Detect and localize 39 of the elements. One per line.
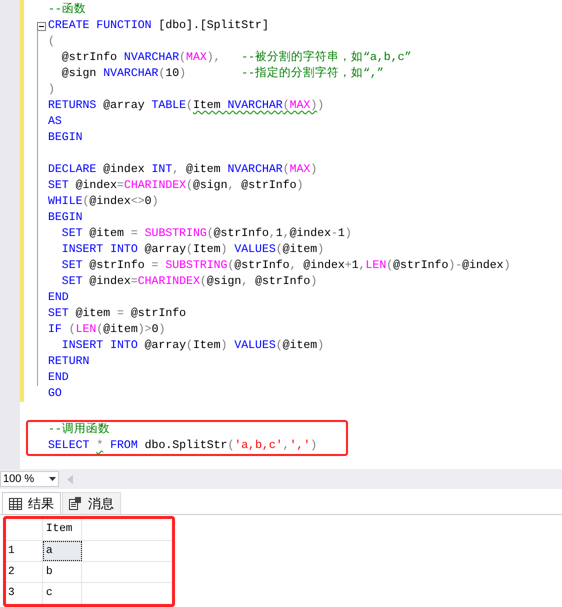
dropdown-arrow-icon <box>49 477 56 482</box>
column-header[interactable]: Item <box>43 519 82 540</box>
row-number[interactable]: 2 <box>6 562 43 582</box>
code-line: SET @index=CHARINDEX(@sign, @strInfo) <box>60 274 318 290</box>
code-line: DECLARE @index INT, @item NVARCHAR(MAX) <box>48 162 318 178</box>
code-line: @strInfo NVARCHAR(MAX), --被分割的字符串，如“a,b,c” <box>60 50 412 66</box>
code-line: --调用函数 <box>48 422 110 438</box>
results-tab[interactable]: 消息 <box>62 492 121 514</box>
code-line: WHILE(@index<>0) <box>48 194 158 210</box>
code-line: ( <box>48 34 55 50</box>
code-line: @sign NVARCHAR(10) --指定的分割字符，如“,” <box>60 66 384 82</box>
results-tab[interactable]: 结果 <box>2 492 61 514</box>
code-line: SET @item = @strInfo <box>48 306 186 322</box>
row-number[interactable]: 3 <box>6 583 43 604</box>
code-line: RETURNS @array TABLE(Item NVARCHAR(MAX)) <box>48 98 324 114</box>
code-line: SET @index=CHARINDEX(@sign, @strInfo) <box>48 178 304 194</box>
code-line: IF (LEN(@item)>0) <box>48 322 166 338</box>
code-line: GO <box>48 386 62 402</box>
code-line: SET @item = SUBSTRING(@strInfo,1,@index-1) <box>60 226 352 242</box>
grid-icon <box>9 498 22 510</box>
code-line: RETURN <box>48 354 90 370</box>
document-icon <box>69 497 82 510</box>
code-line: END <box>48 290 69 306</box>
code-line: END <box>48 370 69 386</box>
code-line: CREATE FUNCTION [dbo].[SplitStr] <box>48 18 269 34</box>
code-line: BEGIN <box>48 210 83 226</box>
code-line: INSERT INTO @array(Item) VALUES(@item) <box>60 242 324 258</box>
table-cell[interactable]: b <box>43 562 82 582</box>
code-line: BEGIN <box>48 130 83 146</box>
code-line: SELECT * FROM dbo.SplitStr('a,b,c',',') <box>48 438 318 454</box>
zoom-dropdown[interactable]: 100 % <box>0 471 59 488</box>
table-cell[interactable]: a <box>43 541 82 561</box>
code-line: SET @strInfo = SUBSTRING(@strInfo, @index+1,LEN(@strInfo)-@index) <box>60 258 510 274</box>
collapse-icon[interactable] <box>36 22 46 31</box>
code-line: INSERT INTO @array(Item) VALUES(@item) <box>60 338 324 354</box>
code-line: --函数 <box>48 2 86 18</box>
table-cell[interactable]: c <box>43 583 82 604</box>
code-line: ) <box>48 82 55 98</box>
code-line: AS <box>48 114 62 130</box>
